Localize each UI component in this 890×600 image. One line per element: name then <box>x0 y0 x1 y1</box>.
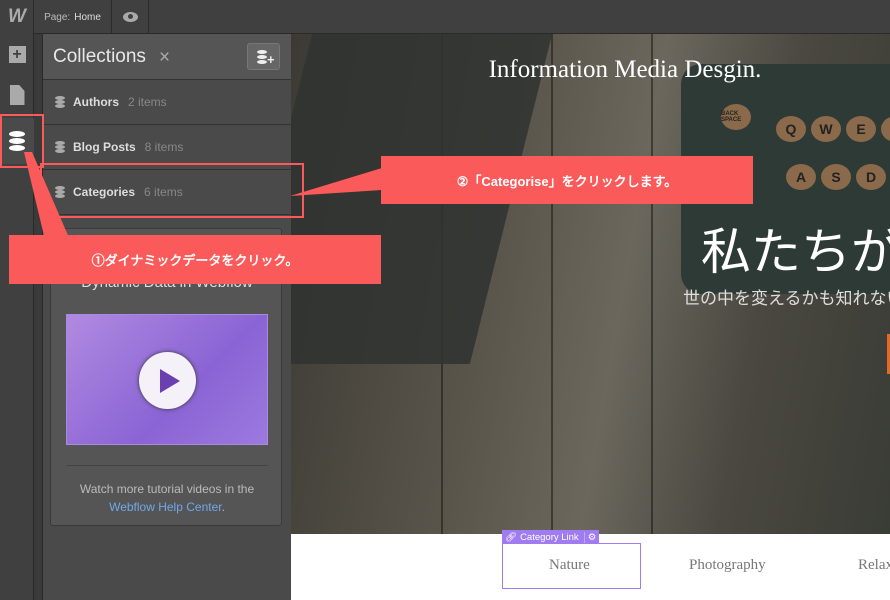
pointer-step1 <box>24 152 70 240</box>
annotation-step2: ②「Categorise」をクリックします。 <box>381 156 753 204</box>
pointer-step2 <box>290 168 382 196</box>
annotation-step1: ①ダイナミックデータをクリック。 <box>9 235 381 284</box>
callout-pointers <box>24 152 382 240</box>
